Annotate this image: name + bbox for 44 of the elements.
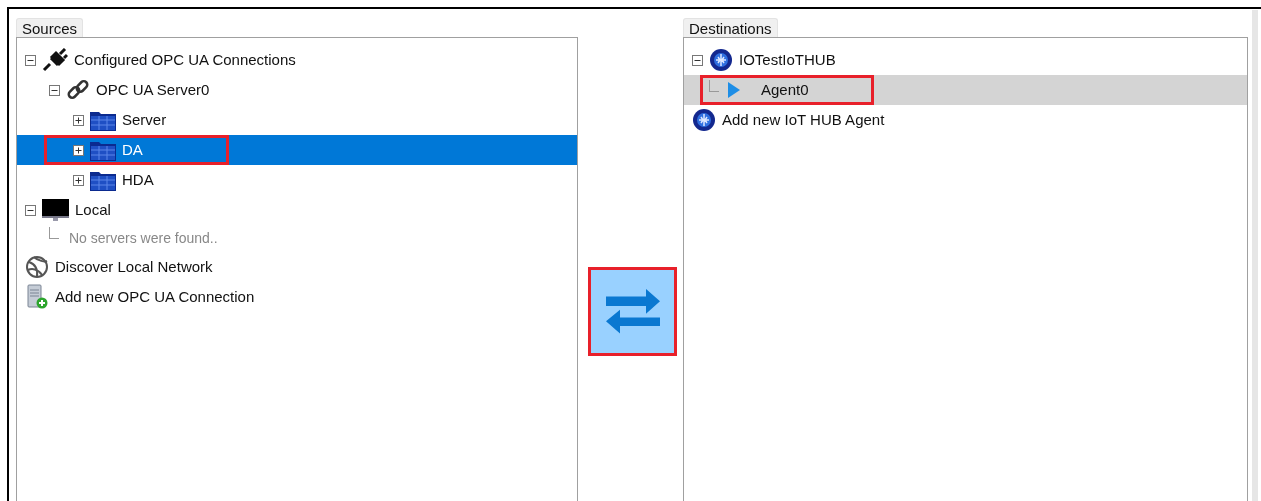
tree-row[interactable]: HDA [17,165,577,195]
tree-label: DA [121,139,143,160]
swap-arrows-icon [603,288,662,335]
tree-label: Local [74,199,111,220]
tree-row[interactable]: Local [17,195,577,225]
folder-icon [90,169,116,191]
tree-label: IOTestIoTHUB [738,49,836,70]
play-icon [727,81,741,99]
hub-icon [709,48,733,72]
link-icon [66,78,90,102]
tree-row[interactable]: No servers were found.. [17,225,577,252]
transfer-button[interactable] [588,267,677,356]
monitor-icon [42,198,69,222]
tree-row[interactable]: Agent0 [684,75,1247,105]
folder-icon [90,139,116,161]
tree-row[interactable]: Add new OPC UA Connection [17,282,577,312]
expand-icon[interactable] [73,114,84,126]
plug-icon [42,48,68,72]
server-add-icon [25,284,49,310]
tree-row[interactable]: Server [17,105,577,135]
collapse-icon[interactable] [692,54,703,66]
tree-label: Discover Local Network [54,256,213,277]
tree-label: Add new IoT HUB Agent [721,109,885,130]
tree-row[interactable]: DA [17,135,577,165]
folder-icon [90,109,116,131]
tree-label: Agent0 [760,79,809,100]
hub-icon [692,108,716,132]
collapse-icon[interactable] [49,84,60,96]
tree-label: Configured OPC UA Connections [73,49,296,70]
tree-label: OPC UA Server0 [95,79,210,100]
tree-row[interactable]: Discover Local Network [17,252,577,282]
tree-row[interactable]: IOTestIoTHUB [684,45,1247,75]
collapse-icon[interactable] [25,54,36,66]
tree-label: Add new OPC UA Connection [54,286,255,307]
expand-icon[interactable] [73,174,84,186]
expand-icon[interactable] [73,144,84,156]
tree-row[interactable]: Configured OPC UA Connections [17,45,577,75]
empty-message: No servers were found.. [68,229,218,248]
tree-row[interactable]: Add new IoT HUB Agent [684,105,1247,135]
globe-icon [25,255,49,279]
tree-label: Server [121,109,167,130]
tree-row[interactable]: OPC UA Server0 [17,75,577,105]
collapse-icon[interactable] [25,204,36,216]
tree-label: HDA [121,169,154,190]
